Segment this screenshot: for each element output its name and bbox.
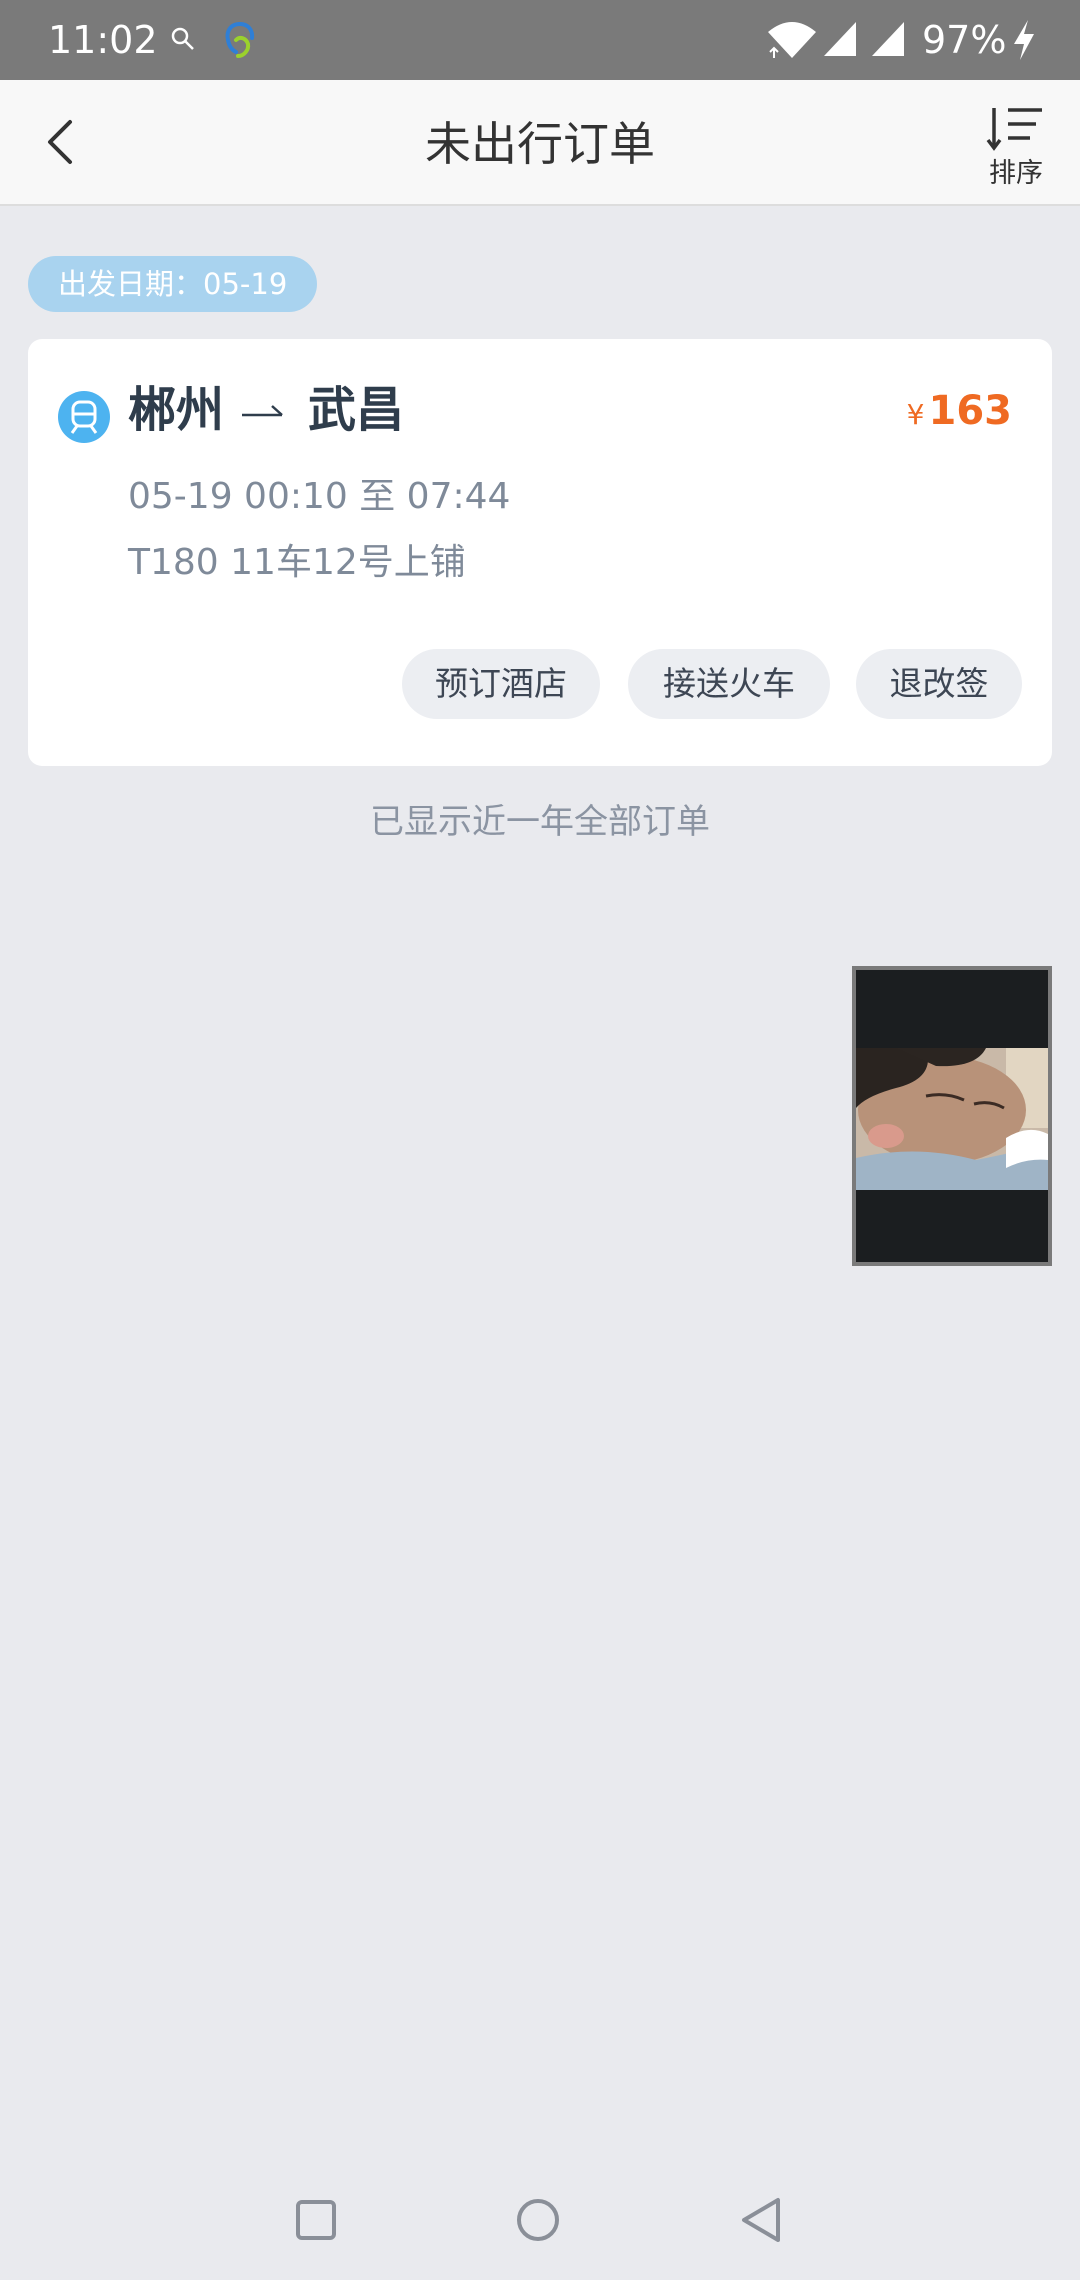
status-bar: 11:02 97% xyxy=(0,0,1080,80)
app-notification-icon xyxy=(225,22,255,58)
page-title: 未出行订单 xyxy=(425,117,655,171)
sort-icon xyxy=(986,108,1042,151)
price-currency: ¥ xyxy=(906,398,925,431)
train-transfer-button[interactable]: 接送火车 xyxy=(628,649,830,719)
orders-footer-note: 已显示近一年全部订单 xyxy=(370,802,710,842)
order-seat: T180 11车12号上铺 xyxy=(128,542,466,583)
battery-level: 97% xyxy=(922,18,1007,62)
signal-icon xyxy=(824,22,856,56)
route-to-station: 武昌 xyxy=(308,382,405,438)
video-frame-image xyxy=(856,1048,1048,1190)
back-icon[interactable] xyxy=(738,2194,784,2246)
departure-date-tag: 出发日期：05-19 xyxy=(28,256,318,312)
search-icon xyxy=(171,27,194,50)
order-time: 05-19 00:10 至 07:44 xyxy=(128,476,511,517)
price-value: 163 xyxy=(928,388,1013,434)
wifi-icon xyxy=(768,22,816,58)
order-card[interactable]: 郴州 武昌 ¥163 05-19 00:10 至 07:44 T180 11车1… xyxy=(28,339,1052,766)
app-header: 未出行订单 排序 xyxy=(0,80,1080,206)
sort-button[interactable]: 排序 xyxy=(970,100,1062,196)
system-navigation-bar xyxy=(0,2160,1080,2280)
signal-icon xyxy=(872,22,904,56)
train-icon xyxy=(58,391,110,443)
order-price: ¥163 xyxy=(907,383,1012,443)
recents-icon[interactable] xyxy=(294,2198,338,2242)
home-icon[interactable] xyxy=(514,2196,562,2244)
charging-icon xyxy=(1014,20,1034,60)
book-hotel-button[interactable]: 预订酒店 xyxy=(402,649,600,719)
refund-change-button[interactable]: 退改签 xyxy=(856,649,1022,719)
video-viewport xyxy=(856,970,1048,1262)
arrow-right-icon xyxy=(242,405,283,417)
status-time: 11:02 xyxy=(48,18,158,62)
sort-label: 排序 xyxy=(989,158,1043,189)
route-from-station: 郴州 xyxy=(128,382,225,438)
floating-video-window[interactable] xyxy=(852,966,1052,1266)
